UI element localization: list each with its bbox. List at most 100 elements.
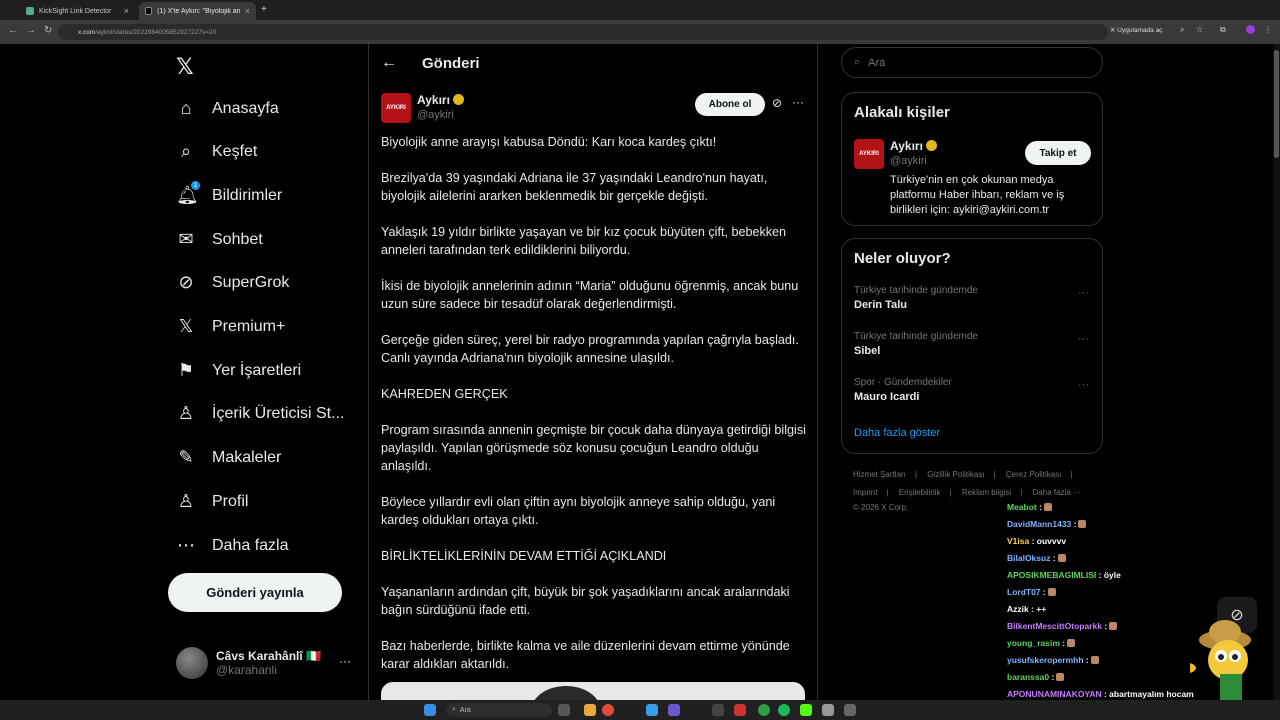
related-name[interactable]: Aykırı [890, 139, 937, 153]
new-tab-button[interactable]: + [261, 4, 267, 15]
post-paragraph: Program sırasında annenin geçmişte bir ç… [381, 423, 806, 473]
sidebar-item-1[interactable]: ⌕ Keşfet [176, 141, 257, 162]
sidebar-item-10[interactable]: ⋯ Daha fazla [176, 535, 289, 556]
author-name-text: Aykırı [417, 93, 450, 107]
x-logo-icon[interactable]: 𝕏 [176, 54, 194, 80]
edge-icon[interactable] [646, 704, 658, 716]
forward-icon[interactable]: → [26, 25, 36, 36]
chat-username[interactable]: DavidMann1433 [1007, 519, 1071, 529]
chat-message: Azzik : ++ [1007, 604, 1046, 614]
sidebar-item-8[interactable]: ✎ Makaleler [176, 447, 281, 468]
extensions-icon[interactable]: ⧉ [1220, 25, 1226, 35]
account-more-icon[interactable]: ··· [339, 654, 351, 668]
subscribe-button[interactable]: Abone ol [695, 93, 765, 116]
chat-text: : [1104, 621, 1108, 631]
post-button[interactable]: Gönderi yayınla [168, 573, 342, 612]
spotify-icon[interactable] [778, 704, 790, 716]
related-avatar[interactable]: AYKIRI [854, 139, 884, 169]
chrome-icon[interactable] [602, 704, 614, 716]
related-people-card: Alakalı kişiler AYKIRI Aykırı @aykiri Ta… [841, 92, 1103, 226]
trend-more-icon[interactable]: ··· [1078, 287, 1089, 299]
task-view-icon[interactable] [558, 704, 570, 716]
related-handle[interactable]: @aykiri [890, 155, 927, 167]
tab-close-icon[interactable]: × [124, 6, 129, 16]
sidebar-item-3[interactable]: ✉ Sohbet [176, 229, 262, 250]
chat-username[interactable]: BilalOksuz [1007, 553, 1050, 563]
kick-icon[interactable] [800, 704, 812, 716]
page-scrollbar[interactable] [1273, 44, 1280, 704]
chat-username[interactable]: LordT07 [1007, 587, 1041, 597]
trend-name[interactable]: Sibel [854, 345, 880, 357]
footer-link[interactable]: Daha fazla ··· [1033, 488, 1081, 497]
follow-button[interactable]: Takip et [1025, 141, 1091, 165]
tab-kicksight[interactable]: KickSight Link Detector × [20, 2, 135, 20]
trend-more-icon[interactable]: ··· [1078, 379, 1089, 391]
app-icon[interactable] [844, 704, 856, 716]
post-more-icon[interactable]: ··· [792, 95, 804, 109]
app-icon[interactable] [734, 704, 746, 716]
trend-more-icon[interactable]: ··· [1078, 333, 1089, 345]
bookmark-star-icon[interactable]: ☆ [1196, 25, 1203, 34]
file-explorer-icon[interactable] [584, 704, 596, 716]
trend-name[interactable]: Derin Talu [854, 299, 907, 311]
sidebar-item-6[interactable]: ⚑ Yer İşaretleri [176, 360, 301, 381]
account-switcher[interactable]: Câvs Karahânlî 🇮🇹 @karahanli [176, 647, 321, 679]
show-more-link[interactable]: Daha fazla göster [854, 427, 940, 439]
chat-username[interactable]: yusufskeropermhh [1007, 655, 1084, 665]
sidebar-item-7[interactable]: ♙ İçerik Üreticisi St... [176, 403, 345, 424]
author-handle[interactable]: @aykiri [417, 109, 454, 121]
chat-message: yusufskeropermhh : [1007, 655, 1099, 665]
sidebar-item-label: Keşfet [212, 142, 258, 160]
account-handle: @karahanli [216, 663, 277, 677]
footer-link[interactable]: Reklam bilgisi [962, 488, 1011, 497]
discord-icon[interactable] [668, 704, 680, 716]
tab-x-post[interactable]: (1) X'te Aykırı: "Biyolojik anne a × [139, 2, 256, 20]
sidebar-item-9[interactable]: ♙ Profil [176, 491, 249, 512]
tab-close-icon[interactable]: × [245, 6, 250, 16]
copyright: © 2026 X Corp. [853, 503, 909, 512]
footer-link[interactable]: Hizmet Şartları [853, 470, 906, 479]
trend-category: Türkiye tarihinde gündemde [854, 331, 978, 342]
sidebar-item-2[interactable]: 🔔︎ 1 Bildirimler [176, 181, 282, 206]
windows-start-icon[interactable] [424, 704, 436, 716]
footer-link[interactable]: Gizlilik Politikası [927, 470, 984, 479]
whatsapp-icon[interactable] [758, 704, 770, 716]
footer-link[interactable]: Imprint [853, 488, 877, 497]
chat-username[interactable]: APOSIKMEBAGIMLISI [1007, 570, 1096, 580]
search-input[interactable]: ⌕ Ara [841, 47, 1103, 78]
chat-message: BilkentMescittOtoparkk : [1007, 621, 1118, 631]
chat-username[interactable]: baranssa0 [1007, 672, 1049, 682]
author-name[interactable]: Aykırı [417, 93, 464, 107]
scrollbar-thumb[interactable] [1274, 50, 1279, 158]
sidebar-item-0[interactable]: ⌂ Anasayfa [176, 98, 279, 119]
grok-icon[interactable]: ⊘ [772, 96, 782, 110]
chat-message: baranssa0 : [1007, 672, 1065, 682]
author-avatar[interactable]: AYKIRI [381, 93, 411, 123]
chat-username[interactable]: APONUNAMINAKOYAN [1007, 689, 1102, 699]
profile-avatar[interactable] [1246, 25, 1255, 34]
footer-link[interactable]: Erişilebilirlik [899, 488, 941, 497]
sidebar-item-5[interactable]: 𝕏 Premium+ [176, 316, 286, 337]
app-icon[interactable] [712, 704, 724, 716]
chat-username[interactable]: Azzik [1007, 604, 1029, 614]
zoom-icon[interactable]: ⌕ [1180, 25, 1184, 35]
back-arrow-icon[interactable]: ← [381, 54, 397, 72]
notification-badge: 1 [191, 181, 200, 190]
footer-link[interactable]: Çerez Politikası [1006, 470, 1062, 479]
taskbar-search-label: Ara [459, 706, 471, 714]
url-input[interactable]: x.com/aykiri/status/2022984005852927227s… [58, 24, 1108, 40]
app-icon[interactable] [822, 704, 834, 716]
chat-username[interactable]: Meabot [1007, 502, 1037, 512]
chat-username[interactable]: BilkentMescittOtoparkk [1007, 621, 1102, 631]
taskbar-search[interactable]: ⌕ Ara [446, 703, 552, 717]
browser-menu-icon[interactable]: ⋮ [1264, 25, 1272, 34]
sidebar-item-4[interactable]: ⊘ SuperGrok [176, 272, 289, 293]
chat-username[interactable]: young_rasim [1007, 638, 1060, 648]
open-in-app-button[interactable]: ✕ Uygulamada aç [1110, 26, 1162, 34]
reload-icon[interactable]: ↻ [44, 25, 52, 36]
mascot-emote-icon [1190, 620, 1251, 700]
back-icon[interactable]: ← [8, 25, 18, 36]
sidebar-item-icon: ⚑ [177, 360, 195, 380]
trend-name[interactable]: Mauro Icardi [854, 391, 919, 403]
chat-username[interactable]: V1isa [1007, 536, 1029, 546]
